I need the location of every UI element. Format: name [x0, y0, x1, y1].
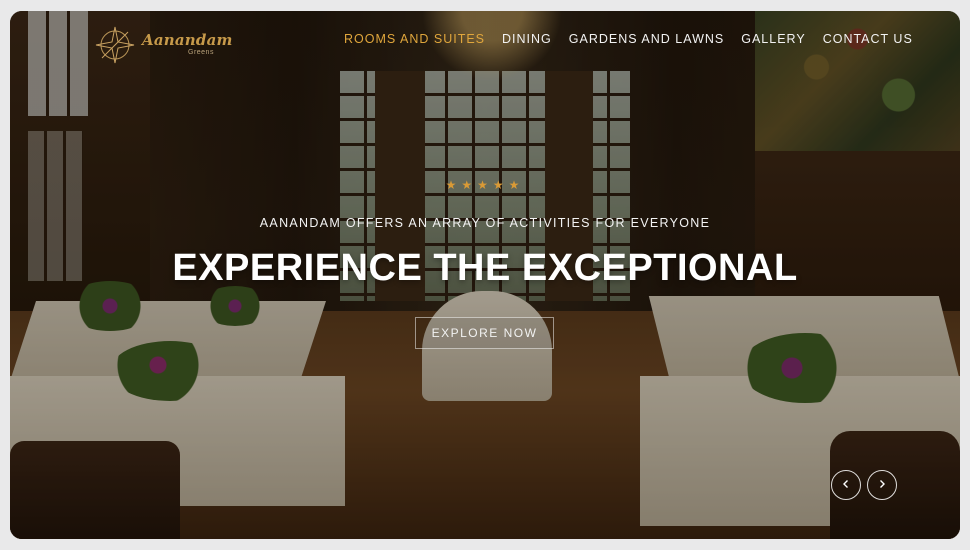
main-navigation: ROOMS AND SUITES DINING GARDENS AND LAWN… [344, 32, 913, 46]
nav-rooms-and-suites[interactable]: ROOMS AND SUITES [344, 32, 485, 46]
compass-star-icon [92, 25, 138, 65]
chevron-left-icon [841, 476, 851, 494]
brand-name: Aanandam [142, 31, 233, 49]
hero-headline: EXPERIENCE THE EXCEPTIONAL [172, 247, 798, 289]
star-rating: ★★★★★ [445, 178, 525, 192]
hero-tagline: AANANDAM OFFERS AN ARRAY OF ACTIVITIES F… [259, 216, 711, 230]
nav-gallery[interactable]: GALLERY [741, 32, 805, 46]
nav-contact-us[interactable]: CONTACT US [823, 32, 913, 46]
chevron-right-icon [877, 476, 887, 494]
brand-logo[interactable]: Aanandam Greens [92, 25, 233, 65]
carousel-next-button[interactable] [867, 470, 897, 500]
explore-now-button[interactable]: EXPLORE NOW [415, 317, 554, 349]
brand-subtitle: Greens [188, 49, 214, 56]
nav-dining[interactable]: DINING [502, 32, 552, 46]
hero-slider: Aanandam Greens ROOMS AND SUITES DINING … [10, 11, 960, 539]
carousel-prev-button[interactable] [831, 470, 861, 500]
nav-gardens-and-lawns[interactable]: GARDENS AND LAWNS [569, 32, 724, 46]
